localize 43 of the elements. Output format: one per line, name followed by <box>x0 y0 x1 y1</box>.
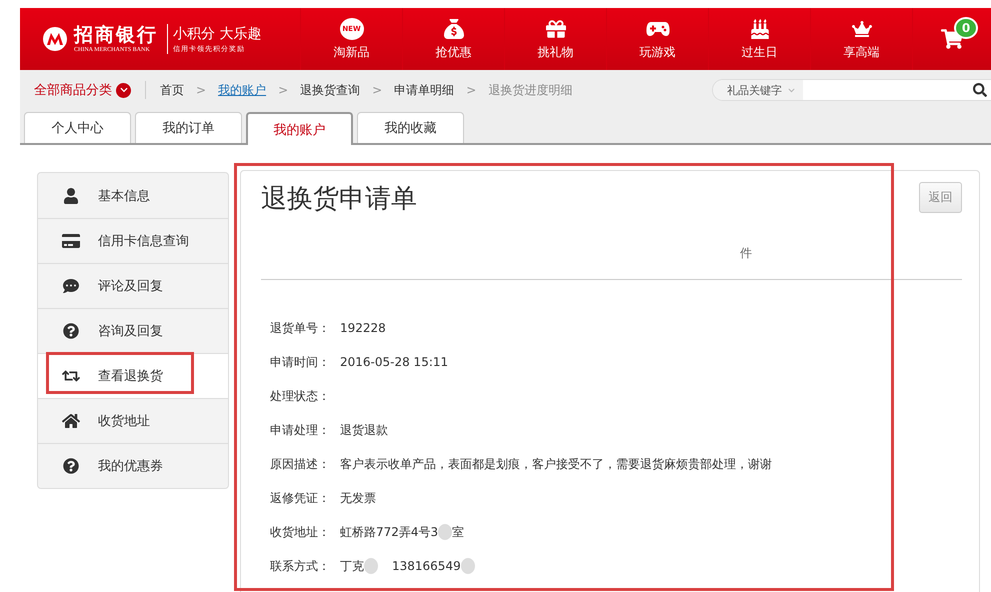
bank-name: 招商银行 <box>74 24 158 46</box>
slogan: 小积分 大乐趣 <box>173 25 262 44</box>
category-menu[interactable]: 全部商品分类 <box>34 81 146 99</box>
field-label: 处理状态： <box>270 388 331 404</box>
field-value: 138166549 <box>392 559 461 573</box>
breadcrumb-separator: > <box>196 83 206 97</box>
search-scope-dropdown[interactable]: 礼品关键字 <box>713 80 803 100</box>
field-label: 原因描述： <box>270 456 331 472</box>
sidebar-item[interactable]: 评论及回复 <box>38 263 228 308</box>
field-label: 联系方式： <box>270 558 331 574</box>
field-value: 室 <box>452 524 464 540</box>
field-label: 退货单号： <box>270 320 331 336</box>
sidebar-item[interactable]: 基本信息 <box>38 173 228 218</box>
field-value: 客户表示收单产品，表面都是划痕，客户接受不了，需要退货麻烦贵部处理，谢谢 <box>340 456 772 472</box>
breadcrumb-item[interactable]: 首页 <box>160 82 184 98</box>
page-title: 退换货申请单 <box>261 183 417 216</box>
field-value: 虹桥路772弄4号3 <box>340 524 438 540</box>
breadcrumb-separator: > <box>278 83 288 97</box>
field-value: 无发票 <box>340 490 376 506</box>
column-label: 件 <box>740 245 752 262</box>
sidebar-item[interactable]: 信用卡信息查询 <box>38 218 228 263</box>
breadcrumb-item[interactable]: 申请单明细 <box>394 82 454 98</box>
breadcrumb-separator: > <box>466 83 476 97</box>
field-label: 申请处理： <box>270 422 331 438</box>
field-value: 退货退款 <box>340 422 388 438</box>
tab[interactable]: 个人中心 <box>24 112 131 143</box>
search-field[interactable]: 礼品关键字 <box>712 79 991 101</box>
field-value: 2016-05-28 15:11 <box>340 355 448 369</box>
field-value: 丁克 <box>340 558 364 574</box>
sidebar-item[interactable]: 收货地址 <box>38 398 228 443</box>
sidebar-item[interactable]: 查看退换货 <box>38 353 228 398</box>
field-label: 申请时间： <box>270 354 331 370</box>
field-label: 返修凭证： <box>270 490 331 506</box>
field-label: 收货地址： <box>270 524 331 540</box>
breadcrumb-separator: > <box>372 83 382 97</box>
breadcrumb-item[interactable]: 退换货查询 <box>300 82 360 98</box>
tab[interactable]: 我的订单 <box>135 112 242 143</box>
breadcrumb-link[interactable]: 我的账户 <box>218 82 266 98</box>
tab[interactable]: 我的账户 <box>246 112 353 145</box>
tab[interactable]: 我的收藏 <box>357 112 464 143</box>
cart-count: 0 <box>954 17 978 39</box>
field-value: 192228 <box>340 321 386 335</box>
sidebar-item[interactable]: 我的优惠券 <box>38 443 228 488</box>
